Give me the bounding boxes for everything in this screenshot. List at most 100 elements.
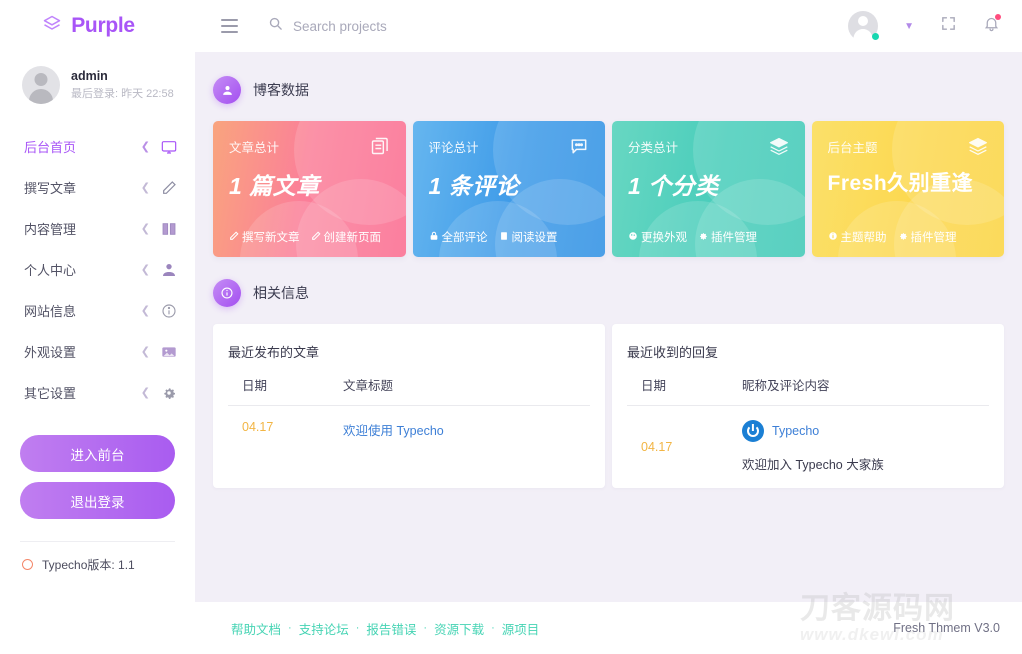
column-header-author-content: 昵称及评论内容 <box>742 375 989 406</box>
card-label: 评论总计 <box>429 137 590 156</box>
fullscreen-icon[interactable] <box>940 15 957 37</box>
footer-link-report-bug[interactable]: 报告错误 <box>366 619 416 638</box>
circle-icon <box>22 559 33 570</box>
card-link-plugin-manage[interactable]: 插件管理 <box>698 229 757 245</box>
monitor-icon <box>161 139 177 155</box>
card-value: 1 条评论 <box>429 167 590 201</box>
footer-separator: · <box>423 622 427 634</box>
search-icon <box>268 16 283 36</box>
stat-card-posts[interactable]: 文章总计 1 篇文章 撰 <box>213 121 406 257</box>
user-last-login: 最后登录: 昨天 22:58 <box>71 87 174 102</box>
post-date: 04.17 <box>228 406 343 440</box>
column-header-title: 文章标题 <box>343 375 590 406</box>
theme-version: Fresh Thmem V3.0 <box>893 621 1000 635</box>
card-value: 1 个分类 <box>628 167 789 201</box>
user-profile[interactable]: admin 最后登录: 昨天 22:58 <box>0 52 195 120</box>
table-row: 04.17 欢迎使用 Typecho <box>228 406 590 440</box>
layers-icon <box>42 14 62 39</box>
comment-icon <box>569 136 589 161</box>
card-link-new-page[interactable]: 创建新页面 <box>311 229 382 245</box>
card-value: Fresh久别重逢 <box>828 167 989 197</box>
sidebar-item-dashboard[interactable]: 后台首页 ❮ <box>0 126 195 167</box>
panel-title: 最近发布的文章 <box>228 342 590 361</box>
sidebar-item-content[interactable]: 内容管理 ❮ <box>0 208 195 249</box>
stat-card-theme[interactable]: 后台主题 Fresh久别重逢 <box>812 121 1005 257</box>
card-link-label: 插件管理 <box>711 229 757 245</box>
table-row: 04.17 Typecho 欢迎加入 Typecho 大家族 <box>627 406 989 474</box>
go-to-frontend-button[interactable]: 进入前台 <box>20 435 175 472</box>
card-link-write-post[interactable]: 撰写新文章 <box>229 229 300 245</box>
chevron-left-icon: ❮ <box>141 222 150 235</box>
card-link-label: 主题帮助 <box>841 229 887 245</box>
card-link-label: 更换外观 <box>641 229 687 245</box>
comment-author[interactable]: Typecho <box>742 420 989 442</box>
chevron-down-icon[interactable]: ▼ <box>904 21 914 32</box>
card-link-label: 创建新页面 <box>324 229 382 245</box>
section-header-blog-data: 博客数据 <box>213 76 1004 104</box>
card-links: 全部评论 阅读设置 <box>429 229 558 245</box>
search-input[interactable] <box>293 19 573 34</box>
brand[interactable]: Purple <box>0 0 195 52</box>
chevron-left-icon: ❮ <box>141 263 150 276</box>
recent-comments-table: 日期 昵称及评论内容 04.17 <box>627 375 989 473</box>
hamburger-icon[interactable] <box>221 19 238 33</box>
card-link-label: 阅读设置 <box>512 229 558 245</box>
book-icon <box>161 221 177 237</box>
card-value: 1 篇文章 <box>229 167 390 201</box>
gear-icon <box>698 231 708 244</box>
card-link-theme-help[interactable]: 主题帮助 <box>828 229 887 245</box>
comment-date: 04.17 <box>627 406 742 474</box>
card-link-label: 撰写新文章 <box>242 229 300 245</box>
search-box[interactable] <box>268 16 848 36</box>
card-label: 分类总计 <box>628 137 789 156</box>
stat-card-categories[interactable]: 分类总计 1 个分类 更 <box>612 121 805 257</box>
sidebar-item-label: 撰写文章 <box>24 178 141 197</box>
sidebar-item-label: 外观设置 <box>24 342 141 361</box>
card-links: 更换外观 插件管理 <box>628 229 757 245</box>
sidebar-item-label: 内容管理 <box>24 219 141 238</box>
card-link-change-theme[interactable]: 更换外观 <box>628 229 687 245</box>
footer-separator: · <box>288 622 292 634</box>
stat-card-comments[interactable]: 评论总计 1 条评论 <box>413 121 606 257</box>
footer-link-help-docs[interactable]: 帮助文档 <box>231 619 281 638</box>
footer-links: 帮助文档 · 支持论坛 · 报告错误 · 资源下载 · 源项目 <box>231 619 539 638</box>
card-link-plugin-manage[interactable]: 插件管理 <box>898 229 957 245</box>
user-icon <box>161 262 177 278</box>
footer-link-resources[interactable]: 资源下载 <box>434 619 484 638</box>
card-link-reading-settings[interactable]: 阅读设置 <box>499 229 558 245</box>
post-title-link[interactable]: 欢迎使用 Typecho <box>343 424 444 438</box>
sidebar-actions: 进入前台 退出登录 <box>0 413 195 519</box>
card-link-label: 插件管理 <box>911 229 957 245</box>
panel-title: 最近收到的回复 <box>627 342 989 361</box>
footer-separator: · <box>491 622 495 634</box>
column-header-date: 日期 <box>627 375 742 406</box>
card-links: 主题帮助 插件管理 <box>828 229 957 245</box>
main-content: 博客数据 文章总计 1 篇文章 <box>195 52 1022 602</box>
footer-link-support-forum[interactable]: 支持论坛 <box>299 619 349 638</box>
chevron-left-icon: ❮ <box>141 304 150 317</box>
footer: 帮助文档 · 支持论坛 · 报告错误 · 资源下载 · 源项目 Fresh Th… <box>195 602 1022 654</box>
table-header-row: 日期 昵称及评论内容 <box>627 375 989 406</box>
footer-link-source-project[interactable]: 源项目 <box>502 619 540 638</box>
sidebar-item-label: 个人中心 <box>24 260 141 279</box>
sidebar-item-other-settings[interactable]: 其它设置 ❮ <box>0 372 195 413</box>
panel-recent-posts: 最近发布的文章 日期 文章标题 04.17 <box>213 324 605 488</box>
info-panels: 最近发布的文章 日期 文章标题 04.17 <box>213 324 1004 488</box>
topbar-actions: ▼ <box>848 11 1000 41</box>
card-label: 后台主题 <box>828 137 989 156</box>
sidebar-item-appearance[interactable]: 外观设置 ❮ <box>0 331 195 372</box>
bell-icon[interactable] <box>983 15 1000 37</box>
card-label: 文章总计 <box>229 137 390 156</box>
sidebar-item-write-post[interactable]: 撰写文章 ❮ <box>0 167 195 208</box>
palette-icon <box>628 231 638 244</box>
card-link-label: 全部评论 <box>442 229 488 245</box>
notification-dot <box>995 14 1001 20</box>
card-link-all-comments[interactable]: 全部评论 <box>429 229 488 245</box>
stat-cards: 文章总计 1 篇文章 撰 <box>213 121 1004 257</box>
card-links: 撰写新文章 创建新页面 <box>229 229 381 245</box>
logout-button[interactable]: 退出登录 <box>20 482 175 519</box>
user-avatar[interactable] <box>848 11 878 41</box>
sidebar-item-profile[interactable]: 个人中心 ❮ <box>0 249 195 290</box>
sidebar-item-label: 后台首页 <box>24 137 141 156</box>
sidebar-item-site-info[interactable]: 网站信息 ❮ <box>0 290 195 331</box>
